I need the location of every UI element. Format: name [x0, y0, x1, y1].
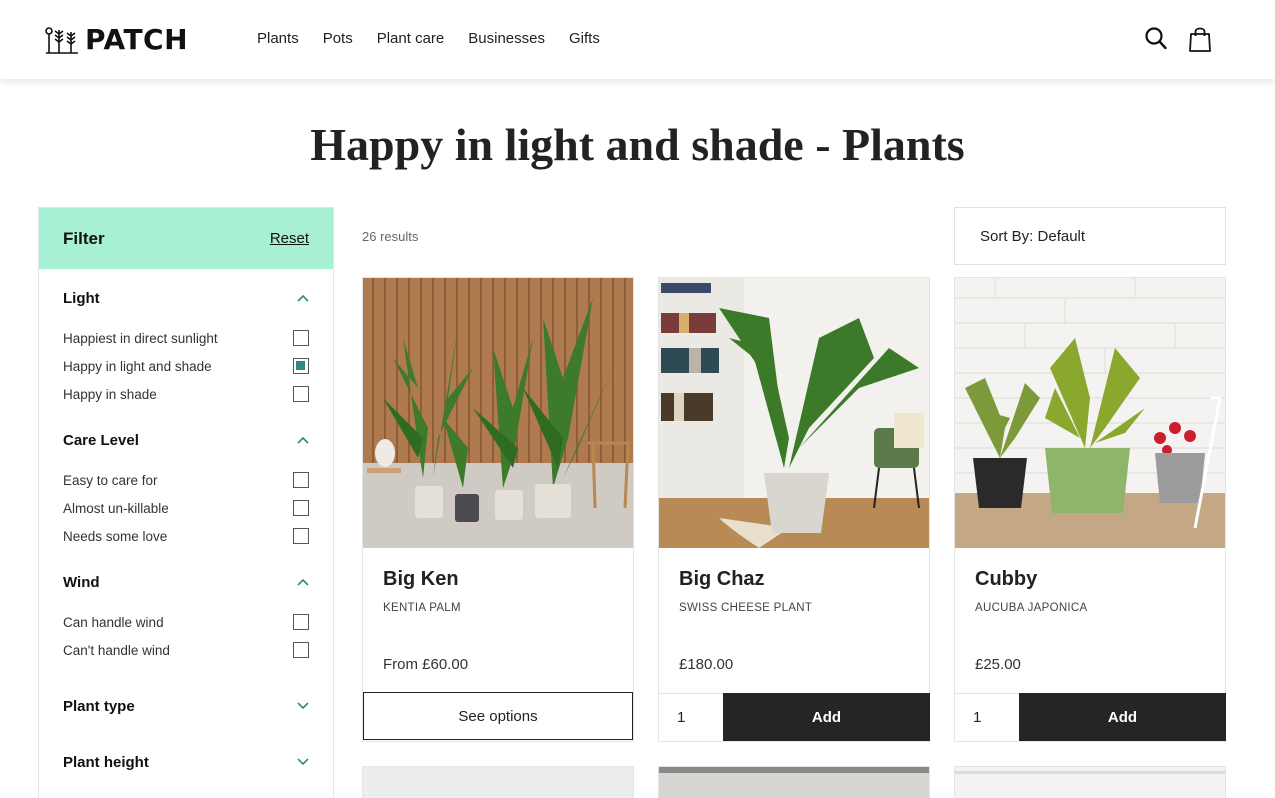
add-to-cart-button[interactable]: Add: [723, 693, 930, 741]
filter-group-title: Light: [63, 289, 100, 307]
filter-group-title: Wind: [63, 573, 100, 591]
product-name[interactable]: Big Chaz: [679, 568, 765, 591]
filter-option-label: Happiest in direct sunlight: [63, 330, 218, 346]
sort-dropdown[interactable]: Sort By: Default: [954, 207, 1226, 265]
filter-title: Filter: [63, 228, 105, 248]
filter-option-label: Almost un-killable: [63, 500, 169, 516]
chevron-up-icon: [297, 578, 309, 586]
filter-option-label: Happy in shade: [63, 386, 157, 402]
filter-option[interactable]: Can handle wind: [63, 608, 309, 636]
logo[interactable]: PATCH: [45, 22, 188, 56]
product-image[interactable]: [659, 278, 929, 548]
filter-group-plant-type: Plant type: [39, 696, 333, 716]
filter-option[interactable]: Needs some love: [63, 522, 309, 550]
product-card-partial[interactable]: [362, 766, 634, 798]
quantity-input[interactable]: 1: [659, 693, 723, 741]
checkbox[interactable]: [293, 386, 309, 402]
checkbox[interactable]: [293, 528, 309, 544]
filter-option[interactable]: Can't handle wind: [63, 636, 309, 664]
product-card-partial[interactable]: [954, 766, 1226, 798]
product-image-strip: [955, 771, 1225, 774]
results-count: 26 results: [362, 229, 419, 244]
product-name[interactable]: Big Ken: [383, 568, 459, 591]
nav-businesses[interactable]: Businesses: [468, 30, 545, 47]
filter-option-label: Can't handle wind: [63, 642, 170, 658]
checkbox-checked[interactable]: [293, 358, 309, 374]
product-name[interactable]: Cubby: [975, 568, 1037, 591]
checkbox[interactable]: [293, 472, 309, 488]
filter-option-label: Easy to care for: [63, 472, 158, 488]
chevron-down-icon: [297, 702, 309, 710]
add-to-cart-button[interactable]: Add: [1019, 693, 1226, 741]
chevron-down-icon: [297, 758, 309, 766]
product-subtitle: KENTIA PALM: [383, 602, 461, 614]
product-image[interactable]: [955, 278, 1225, 548]
filter-reset-link[interactable]: Reset: [270, 230, 309, 247]
filter-option-label: Needs some love: [63, 528, 168, 544]
filter-option[interactable]: Happy in shade: [63, 380, 309, 408]
nav-plant-care[interactable]: Plant care: [377, 30, 445, 47]
nav-pots[interactable]: Pots: [323, 30, 353, 47]
filter-group-title: Care Level: [63, 431, 139, 449]
checkbox[interactable]: [293, 500, 309, 516]
filter-group-title: Plant height: [63, 753, 149, 771]
product-price: £180.00: [679, 656, 734, 673]
filter-group-header[interactable]: Plant height: [63, 752, 309, 772]
search-icon[interactable]: [1144, 26, 1168, 52]
logo-text: PATCH: [85, 22, 189, 56]
quantity-input[interactable]: 1: [955, 693, 1019, 741]
cart-bag-icon[interactable]: [1188, 26, 1212, 53]
filter-group-title: Plant type: [63, 697, 135, 715]
filter-option[interactable]: Happiest in direct sunlight: [63, 324, 309, 352]
product-image-strip: [659, 767, 929, 773]
filter-sidebar: Filter Reset Light Happiest in direct su…: [38, 207, 334, 798]
product-subtitle: AUCUBA JAPONICA: [975, 602, 1088, 614]
chevron-up-icon: [297, 294, 309, 302]
filter-option-label: Happy in light and shade: [63, 358, 212, 374]
filter-group-header[interactable]: Light: [63, 288, 309, 308]
filter-group-care-level: Care Level Easy to care for Almost un-ki…: [39, 430, 333, 550]
filter-option-label: Can handle wind: [63, 614, 164, 630]
site-header: PATCH Plants Pots Plant care Businesses …: [0, 0, 1275, 79]
filter-option[interactable]: Easy to care for: [63, 466, 309, 494]
filter-group-header[interactable]: Plant type: [63, 696, 309, 716]
filter-group-plant-height: Plant height: [39, 752, 333, 772]
checkbox[interactable]: [293, 642, 309, 658]
page-title: Happy in light and shade - Plants: [310, 119, 965, 170]
product-card: Big Chaz SWISS CHEESE PLANT £180.00 1 Ad…: [658, 277, 930, 742]
filter-group-wind: Wind Can handle wind Can't handle wind: [39, 572, 333, 664]
product-subtitle: SWISS CHEESE PLANT: [679, 602, 813, 614]
product-card: Cubby AUCUBA JAPONICA £25.00 1 Add: [954, 277, 1226, 742]
checkbox[interactable]: [293, 614, 309, 630]
product-card-partial[interactable]: [658, 766, 930, 798]
product-image[interactable]: [363, 278, 633, 548]
filter-group-header[interactable]: Care Level: [63, 430, 309, 450]
see-options-button[interactable]: See options: [363, 692, 633, 740]
filter-option[interactable]: Happy in light and shade: [63, 352, 309, 380]
filter-group-light: Light Happiest in direct sunlight Happy …: [39, 288, 333, 408]
filter-option[interactable]: Almost un-killable: [63, 494, 309, 522]
product-price: £25.00: [975, 656, 1021, 673]
plant-logo-icon: [45, 27, 78, 54]
checkbox[interactable]: [293, 330, 309, 346]
chevron-up-icon: [297, 436, 309, 444]
main-nav: Plants Pots Plant care Businesses Gifts: [257, 30, 624, 47]
product-card: Big Ken KENTIA PALM From £60.00 See opti…: [362, 277, 634, 742]
product-price: From £60.00: [383, 656, 469, 673]
nav-gifts[interactable]: Gifts: [569, 30, 600, 47]
nav-plants[interactable]: Plants: [257, 30, 299, 47]
filter-header: Filter Reset: [39, 208, 333, 269]
filter-group-header[interactable]: Wind: [63, 572, 309, 592]
